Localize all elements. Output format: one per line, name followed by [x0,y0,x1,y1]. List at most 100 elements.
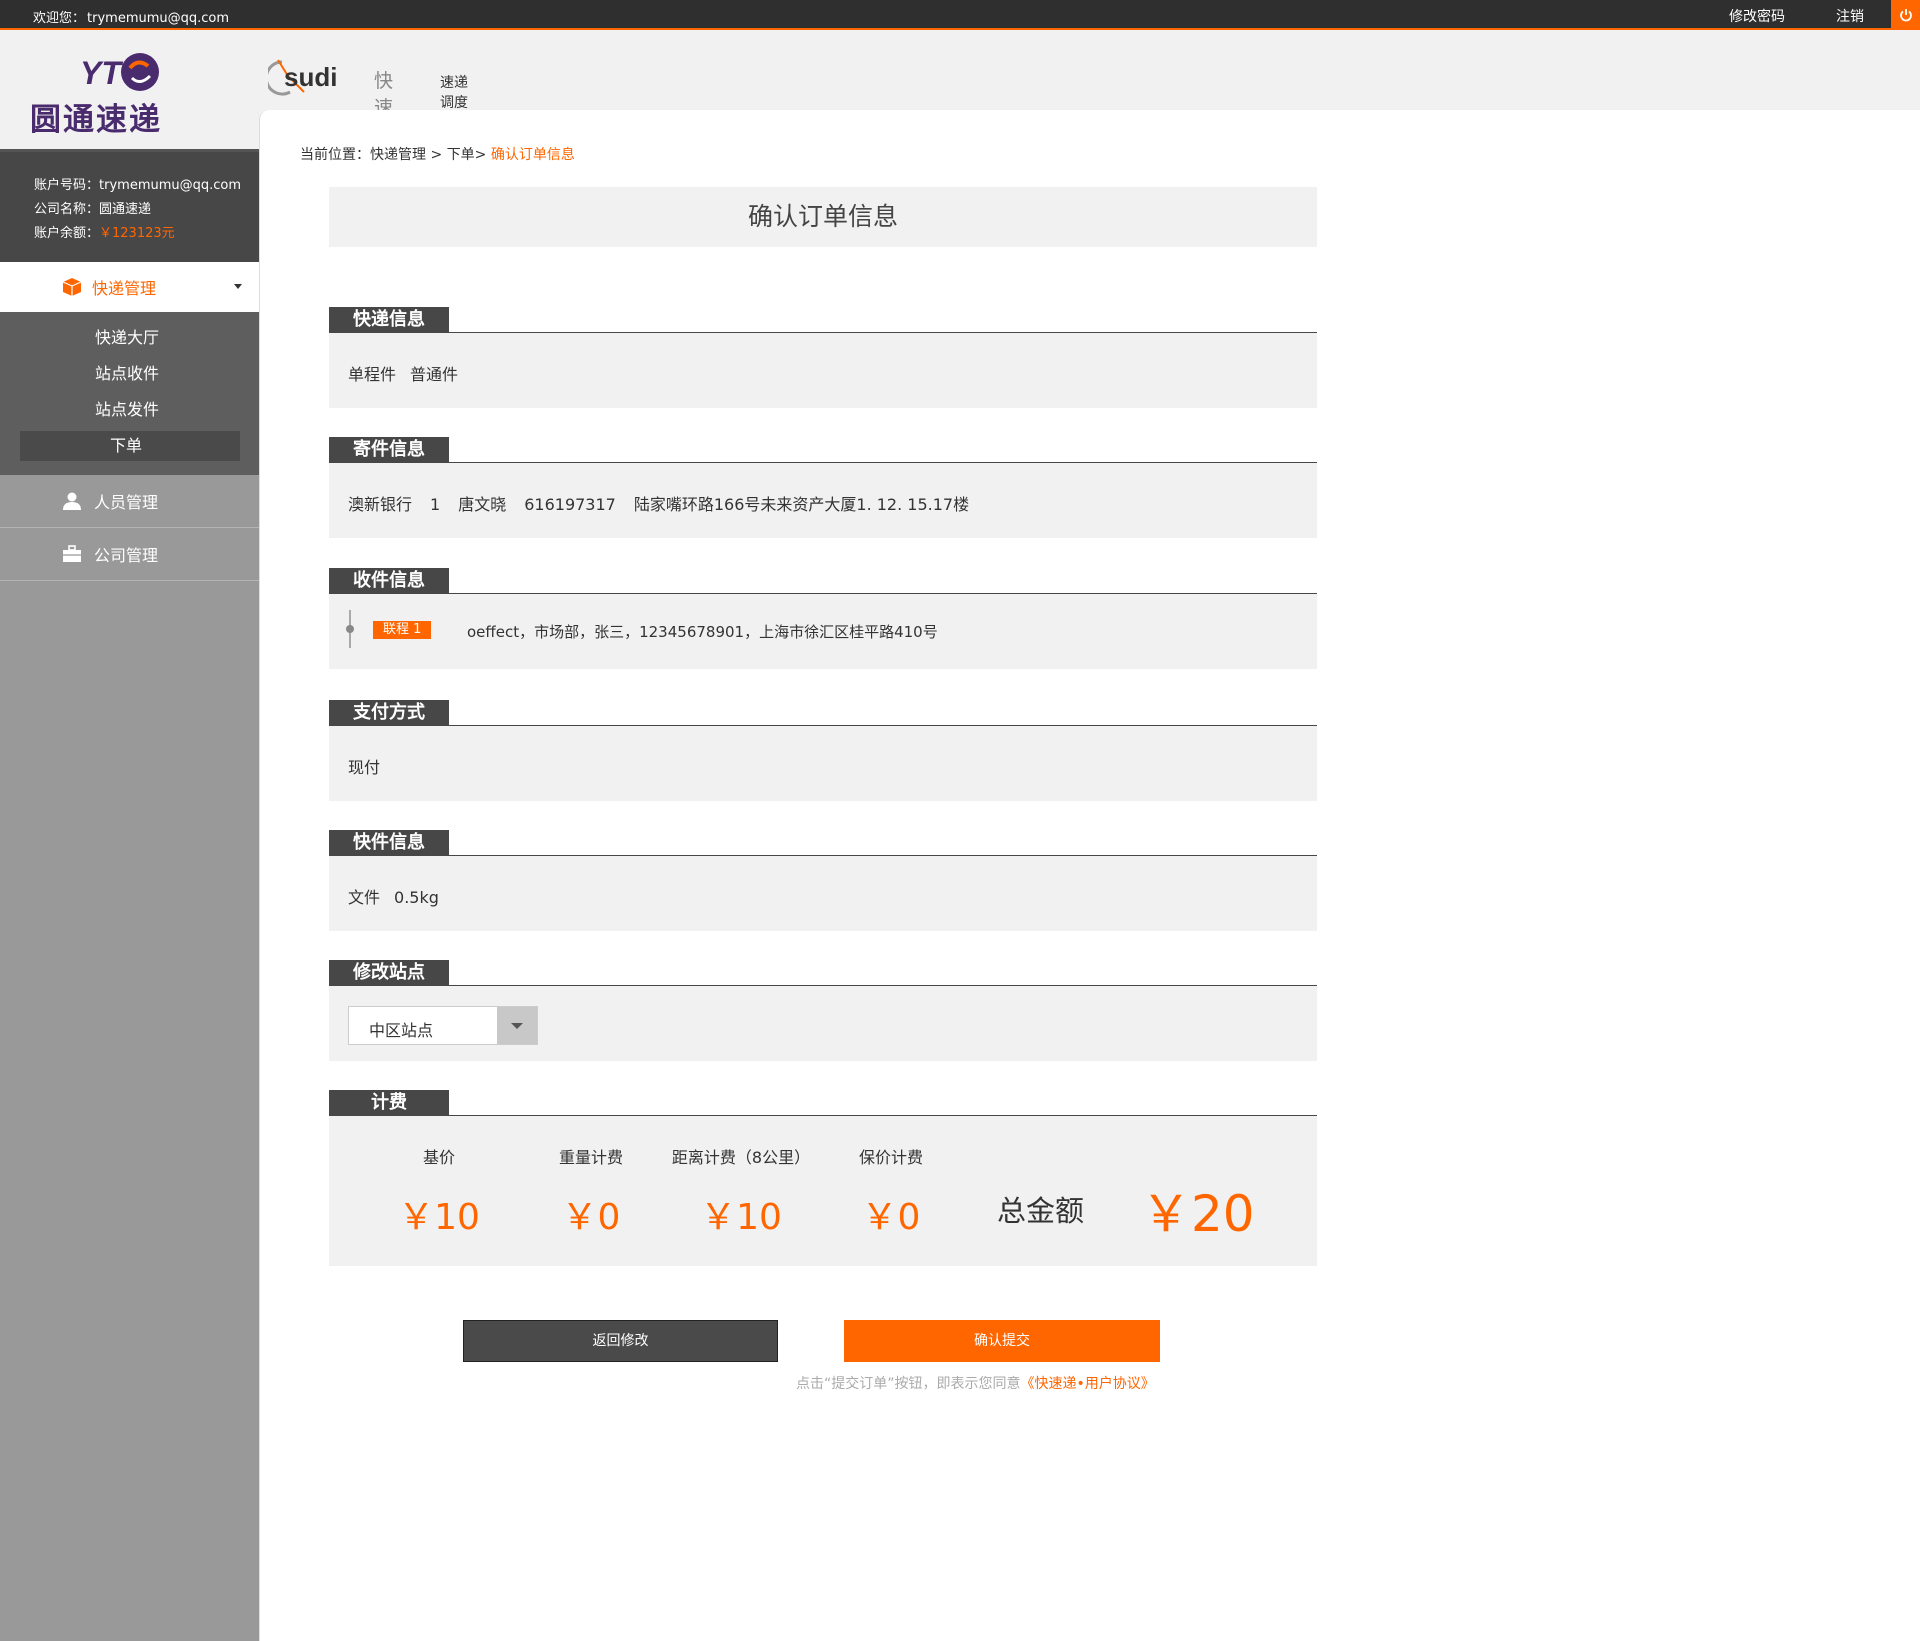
section-modify-station: 修改站点 中区站点 [329,960,1317,1061]
account-value: trymemumu@qq.com [99,178,242,193]
company-label: 公司名称： [34,202,100,217]
menu-staff-label: 人员管理 [94,493,159,512]
caret-down-icon [234,284,242,289]
fee-insurance-label: 保价计费 [858,1148,923,1167]
agreement-note: 点击“提交订单”按钮，即表示您同意《快速递•用户协议》 [796,1373,1155,1393]
station-select-value: 中区站点 [369,1021,434,1040]
briefcase-icon [63,545,81,562]
section-title: 计费 [329,1090,449,1116]
yto-logo-icon: YT [80,53,159,91]
company-row: 公司名称：圆通速递 [34,198,260,222]
section-body: 单程件 普通件 [329,333,1317,408]
breadcrumb: 当前位置：快递管理 > 下单> 确认订单信息 [300,144,575,164]
section-body: 现付 [329,726,1317,801]
main-panel: 当前位置：快递管理 > 下单> 确认订单信息 确认订单信息 快递信息 单程件 普通… [259,110,1920,1641]
breadcrumb-separator: > [474,147,491,163]
sender-phone: 616197317 [524,495,616,514]
section-title: 支付方式 [329,700,449,726]
leg-badge: 联程 1 [373,621,432,639]
sidebar: 快递管理 快递大厅 站点收件 站点发件 下单 人员管理 公司管理 [0,262,260,1641]
section-title: 快递信息 [329,307,449,333]
menu-company-management[interactable]: 公司管理 [0,528,260,581]
change-password-link[interactable]: 修改密码 [1729,6,1785,26]
section-parcel-info: 快件信息 文件 0.5kg [329,830,1317,931]
menu-staff-management[interactable]: 人员管理 [0,475,260,528]
submenu-express-hall[interactable]: 快递大厅 [0,320,260,356]
account-label: 账户号码： [34,178,100,193]
menu-express-label: 快递管理 [92,279,157,298]
submenu-station-send[interactable]: 站点发件 [0,392,260,428]
fee-base: 基价 ￥10 [389,1144,489,1240]
section-title: 快件信息 [329,830,449,856]
logout-link[interactable]: 注销 [1836,6,1864,26]
section-body: 澳新银行 1 唐文晓 616197317 陆家嘴环路166号未来资产大厦1. 12. 1… [329,463,1317,538]
agreement-text: 点击“提交订单”按钮，即表示您同意 [796,1376,1021,1392]
section-body: 文件 0.5kg [329,856,1317,931]
section-payment: 支付方式 现付 [329,700,1317,801]
balance-value: ￥123123元 [99,226,175,241]
top-bar: 欢迎您： trymemumu@qq.com 修改密码 注销 [0,0,1920,30]
fee-weight: 重量计费 ￥0 [541,1144,641,1240]
section-body: 中区站点 [329,986,1317,1061]
submenu-station-receive[interactable]: 站点收件 [0,356,260,392]
user-email: trymemumu@qq.com [87,11,230,26]
fee-distance-value: ￥10 [700,1197,782,1238]
total-label: 总金额 [997,1194,1085,1228]
welcome-label: 欢迎您： [33,11,86,26]
confirm-submit-button[interactable]: 确认提交 [844,1320,1160,1362]
breadcrumb-prefix: 当前位置： [300,147,370,163]
breadcrumb-order[interactable]: 下单 [447,147,475,163]
fee-distance-label: 距离计费（8公里） [671,1148,811,1167]
section-sender-info: 寄件信息 澳新银行 1 唐文晓 616197317 陆家嘴环路166号未来资产大厦1. … [329,437,1317,538]
section-receiver-info: 收件信息 联程 1 oeffect，市场部，张三，12345678901，上海市… [329,568,1317,669]
logo-area: YT 圆通速递 [0,32,260,152]
user-agreement-link[interactable]: 《快速递•用户协议》 [1021,1376,1155,1392]
receiver-info-text: oeffect，市场部，张三，12345678901，上海市徐汇区桂平路410号 [467,623,938,641]
menu-company-label: 公司管理 [94,546,159,565]
section-body: 基价 ￥10 重量计费 ￥0 距离计费（8公里） ￥10 保价计费 ￥0 总金额… [329,1116,1317,1266]
fee-weight-value: ￥0 [561,1197,621,1238]
express-type: 单程件 [348,365,397,384]
section-express-info: 快递信息 单程件 普通件 [329,307,1317,408]
breadcrumb-express[interactable]: 快递管理 [370,147,426,163]
user-icon [63,492,81,510]
back-button[interactable]: 返回修改 [463,1320,778,1362]
ksudi-logo-icon: sudi [268,59,337,96]
menu-express-management[interactable]: 快递管理 [0,262,260,312]
total-value: ￥20 [1141,1185,1255,1243]
sender-count: 1 [430,495,441,514]
payment-method: 现付 [348,758,381,777]
fee-insurance-value: ￥0 [861,1197,921,1238]
chevron-down-icon [511,1023,523,1029]
account-row: 账户号码：trymemumu@qq.com [34,174,260,198]
fee-base-value: ￥10 [398,1197,480,1238]
section-body: 联程 1 oeffect，市场部，张三，12345678901，上海市徐汇区桂平… [329,594,1317,669]
sender-name: 唐文晓 [458,495,507,514]
submenu-place-order[interactable]: 下单 [20,431,240,461]
balance-label: 账户余额： [34,226,100,241]
section-title: 寄件信息 [329,437,449,463]
section-title: 收件信息 [329,568,449,594]
account-panel: 账户号码：trymemumu@qq.com 公司名称：圆通速递 账户余额：￥12… [0,152,260,262]
svg-text:sudi: sudi [284,62,337,92]
express-kind: 普通件 [410,365,459,384]
station-select-toggle[interactable] [497,1007,537,1044]
power-button[interactable] [1891,0,1920,30]
submenu: 快递大厅 站点收件 站点发件 下单 [0,312,260,475]
sender-company: 澳新银行 [348,495,413,514]
fee-base-label: 基价 [422,1148,455,1167]
welcome-text: 欢迎您： trymemumu@qq.com [31,7,229,26]
breadcrumb-separator: > [426,147,447,163]
parcel-info-text: 文件 0.5kg [348,884,439,908]
company-value: 圆通速递 [99,202,152,217]
fee-insurance: 保价计费 ￥0 [841,1144,941,1240]
express-info-text: 单程件 普通件 [348,361,472,385]
fee-weight-label: 重量计费 [558,1148,623,1167]
svg-text:YT: YT [80,55,123,91]
station-select[interactable]: 中区站点 [348,1006,538,1045]
parcel-type: 文件 [348,888,381,907]
company-logo-text: 圆通速递 [30,102,162,138]
page-title: 确认订单信息 [329,187,1317,247]
section-title: 修改站点 [329,960,449,986]
parcel-weight: 0.5kg [394,888,439,907]
